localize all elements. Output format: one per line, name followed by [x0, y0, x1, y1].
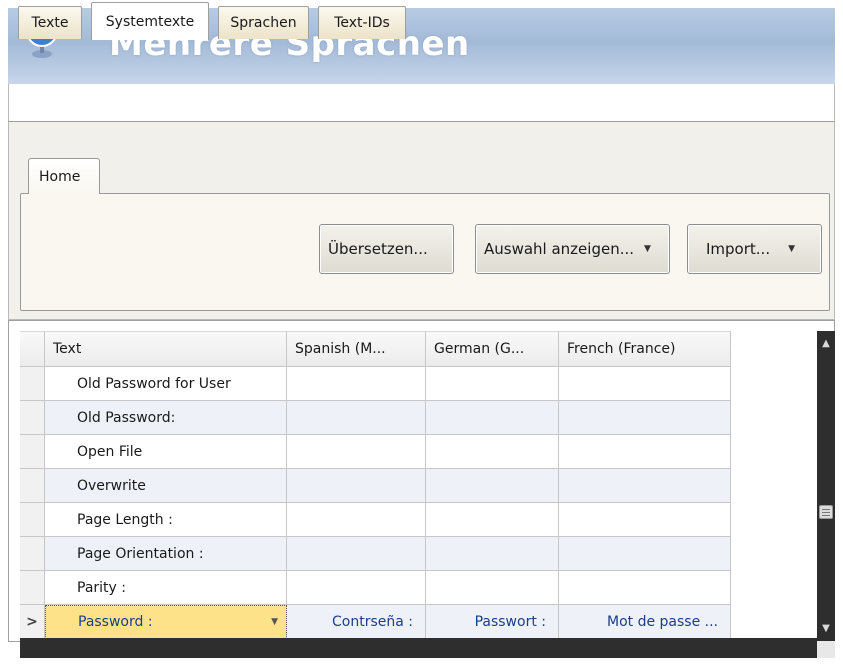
cell-french[interactable] — [559, 571, 731, 605]
show-selection-button[interactable]: Auswahl anzeigen... ▼ — [475, 224, 670, 274]
cell-spanish[interactable]: Contrseña : — [287, 605, 426, 639]
cell-german[interactable] — [426, 503, 559, 537]
cell-text[interactable]: Open File — [45, 435, 287, 469]
cell-french[interactable]: Mot de passe ... — [559, 605, 731, 639]
show-selection-button-label: Auswahl anzeigen... — [484, 240, 635, 258]
cell-spanish[interactable] — [287, 537, 426, 571]
tab-systemtexte[interactable]: Systemtexte — [91, 2, 209, 40]
chevron-down-icon: ▼ — [788, 244, 796, 254]
horizontal-scrollbar[interactable] — [20, 638, 817, 658]
import-button-label: Import... — [706, 240, 771, 258]
cell-german[interactable] — [426, 469, 559, 503]
cell-text[interactable]: Page Orientation : — [45, 537, 287, 571]
cell-spanish[interactable] — [287, 469, 426, 503]
translate-button-label: Übersetzen... — [328, 240, 428, 258]
grid-corner — [20, 331, 45, 367]
cell-spanish[interactable] — [287, 401, 426, 435]
cell-text[interactable]: Old Password: — [45, 401, 287, 435]
cell-french[interactable] — [559, 435, 731, 469]
scroll-up-icon[interactable]: ▲ — [817, 333, 835, 353]
scroll-corner — [817, 641, 835, 658]
cell-french[interactable] — [559, 537, 731, 571]
ribbon-tab-home[interactable]: Home — [28, 158, 100, 194]
cell-text[interactable]: Password : ▼ — [45, 605, 287, 639]
cell-german[interactable]: Passwort : — [426, 605, 559, 639]
row-header[interactable] — [20, 537, 45, 571]
chevron-down-icon: ▼ — [644, 244, 651, 254]
cell-german[interactable] — [426, 401, 559, 435]
cell-french[interactable] — [559, 367, 731, 401]
tab-strip — [8, 84, 835, 122]
row-header[interactable] — [20, 503, 45, 537]
row-header[interactable] — [20, 469, 45, 503]
cell-text[interactable]: Old Password for User — [45, 367, 287, 401]
cell-spanish[interactable] — [287, 435, 426, 469]
cell-german[interactable] — [426, 435, 559, 469]
column-header-text[interactable]: Text — [45, 331, 287, 367]
cell-spanish[interactable] — [287, 571, 426, 605]
tab-texte[interactable]: Texte — [18, 6, 82, 39]
cell-text[interactable]: Page Length : — [45, 503, 287, 537]
translate-button[interactable]: Übersetzen... — [319, 224, 454, 274]
row-header[interactable] — [20, 401, 45, 435]
cell-german[interactable] — [426, 571, 559, 605]
cell-german[interactable] — [426, 367, 559, 401]
grid-empty-area — [731, 367, 817, 639]
column-header-spanish[interactable]: Spanish (M... — [287, 331, 426, 367]
cell-german[interactable] — [426, 537, 559, 571]
vertical-scrollbar[interactable] — [817, 331, 835, 641]
column-header-french[interactable]: French (France) — [559, 331, 731, 367]
column-header-german[interactable]: German (G... — [426, 331, 559, 367]
cell-spanish[interactable] — [287, 503, 426, 537]
cell-spanish[interactable] — [287, 367, 426, 401]
scroll-thumb-grip-icon[interactable] — [819, 505, 833, 519]
tab-text-ids[interactable]: Text-IDs — [318, 6, 406, 39]
chevron-down-icon[interactable]: ▼ — [271, 617, 278, 627]
import-button[interactable]: Import... ▼ — [687, 224, 822, 274]
cell-text[interactable]: Overwrite — [45, 469, 287, 503]
cell-french[interactable] — [559, 401, 731, 435]
cell-french[interactable] — [559, 469, 731, 503]
cell-text-value: Password : — [78, 614, 153, 630]
row-header[interactable] — [20, 367, 45, 401]
cell-text[interactable]: Parity : — [45, 571, 287, 605]
row-header[interactable]: > — [20, 605, 45, 639]
scroll-down-icon[interactable]: ▼ — [817, 618, 835, 638]
row-header[interactable] — [20, 435, 45, 469]
cell-french[interactable] — [559, 503, 731, 537]
tab-sprachen[interactable]: Sprachen — [218, 6, 309, 39]
row-header[interactable] — [20, 571, 45, 605]
